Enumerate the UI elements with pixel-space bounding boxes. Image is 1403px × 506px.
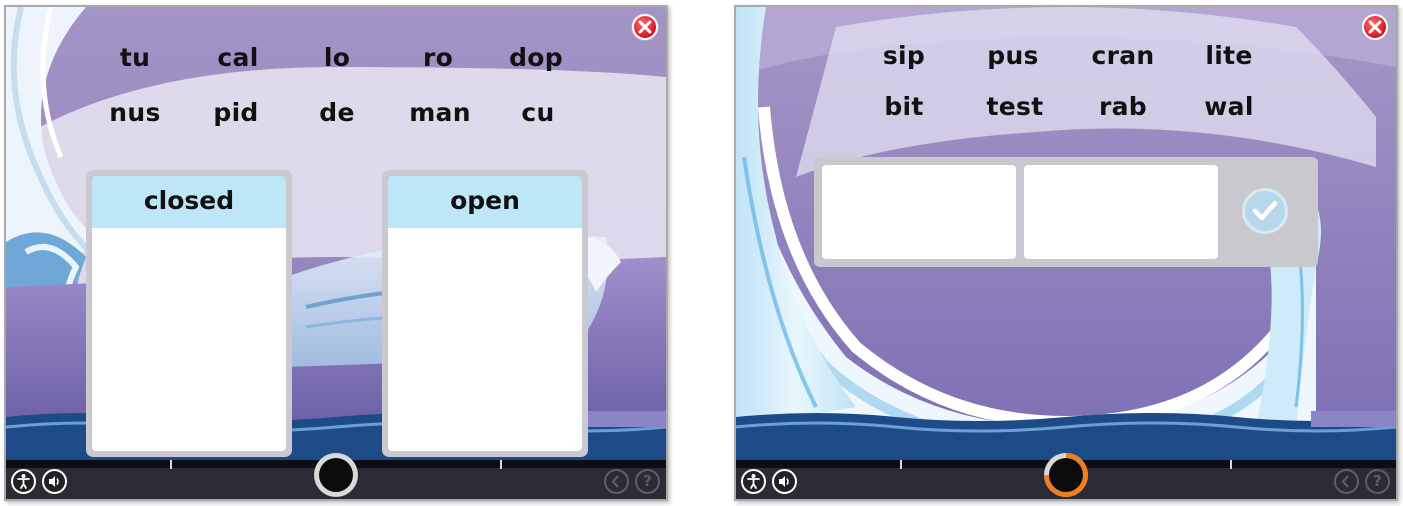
progress-tick	[170, 460, 172, 469]
help-icon: ?	[1373, 472, 1382, 490]
progress-tick	[500, 460, 502, 469]
check-icon	[1252, 200, 1278, 221]
progress-tick	[1230, 460, 1232, 469]
accessibility-icon	[747, 474, 760, 489]
activity-screen-build: sip pus cran lite bit test rab wal ?	[734, 5, 1398, 501]
word-tile[interactable]: bit	[884, 92, 923, 121]
word-tile[interactable]: man	[409, 98, 471, 127]
back-button[interactable]	[604, 469, 629, 494]
help-button[interactable]: ?	[635, 469, 660, 494]
check-answer-button[interactable]	[1242, 188, 1288, 234]
back-icon	[611, 475, 619, 488]
activity-screen-sort: tu cal lo ro dop nus pid de man cu close…	[4, 5, 668, 501]
progress-dial	[1044, 453, 1088, 497]
audio-button[interactable]	[42, 469, 67, 494]
word-tile[interactable]: sip	[883, 41, 925, 70]
speaker-icon	[49, 476, 59, 487]
word-tile[interactable]: cu	[521, 98, 554, 127]
word-tile[interactable]: lite	[1205, 41, 1252, 70]
word-tile[interactable]: tu	[120, 43, 150, 72]
column-header: closed	[92, 176, 286, 228]
answer-slot-1[interactable]	[822, 165, 1016, 259]
drop-zone[interactable]	[92, 228, 286, 451]
answer-tray	[814, 157, 1318, 267]
word-tile[interactable]: nus	[109, 98, 160, 127]
accessibility-button[interactable]	[11, 469, 36, 494]
back-button[interactable]	[1334, 469, 1359, 494]
close-icon	[638, 20, 652, 34]
word-tile[interactable]: rab	[1099, 92, 1147, 121]
answer-slot-2[interactable]	[1024, 165, 1218, 259]
word-tile[interactable]: wal	[1204, 92, 1253, 121]
word-tile[interactable]: pid	[213, 98, 258, 127]
word-tile[interactable]: cran	[1091, 41, 1154, 70]
close-button[interactable]	[1362, 14, 1388, 40]
close-button[interactable]	[632, 14, 658, 40]
sort-column-closed[interactable]: closed	[86, 170, 292, 457]
sort-column-open[interactable]: open	[382, 170, 588, 457]
accessibility-icon	[17, 474, 30, 489]
word-tile[interactable]: test	[987, 92, 1044, 121]
audio-button[interactable]	[772, 469, 797, 494]
word-tile[interactable]: cal	[217, 43, 258, 72]
progress-dial	[314, 453, 358, 497]
column-header: open	[388, 176, 582, 228]
word-tile[interactable]: ro	[423, 43, 453, 72]
word-tile[interactable]: pus	[987, 41, 1038, 70]
accessibility-button[interactable]	[741, 469, 766, 494]
drop-zone[interactable]	[388, 228, 582, 451]
word-tile[interactable]: de	[319, 98, 354, 127]
progress-tick	[900, 460, 902, 469]
help-button[interactable]: ?	[1365, 469, 1390, 494]
speaker-icon	[779, 476, 789, 487]
bottom-toolbar: ?	[6, 453, 666, 499]
word-tile[interactable]: lo	[324, 43, 350, 72]
back-icon	[1341, 475, 1349, 488]
help-icon: ?	[643, 472, 652, 490]
word-tile[interactable]: dop	[509, 43, 563, 72]
bottom-toolbar: ?	[736, 453, 1396, 499]
close-icon	[1368, 20, 1382, 34]
